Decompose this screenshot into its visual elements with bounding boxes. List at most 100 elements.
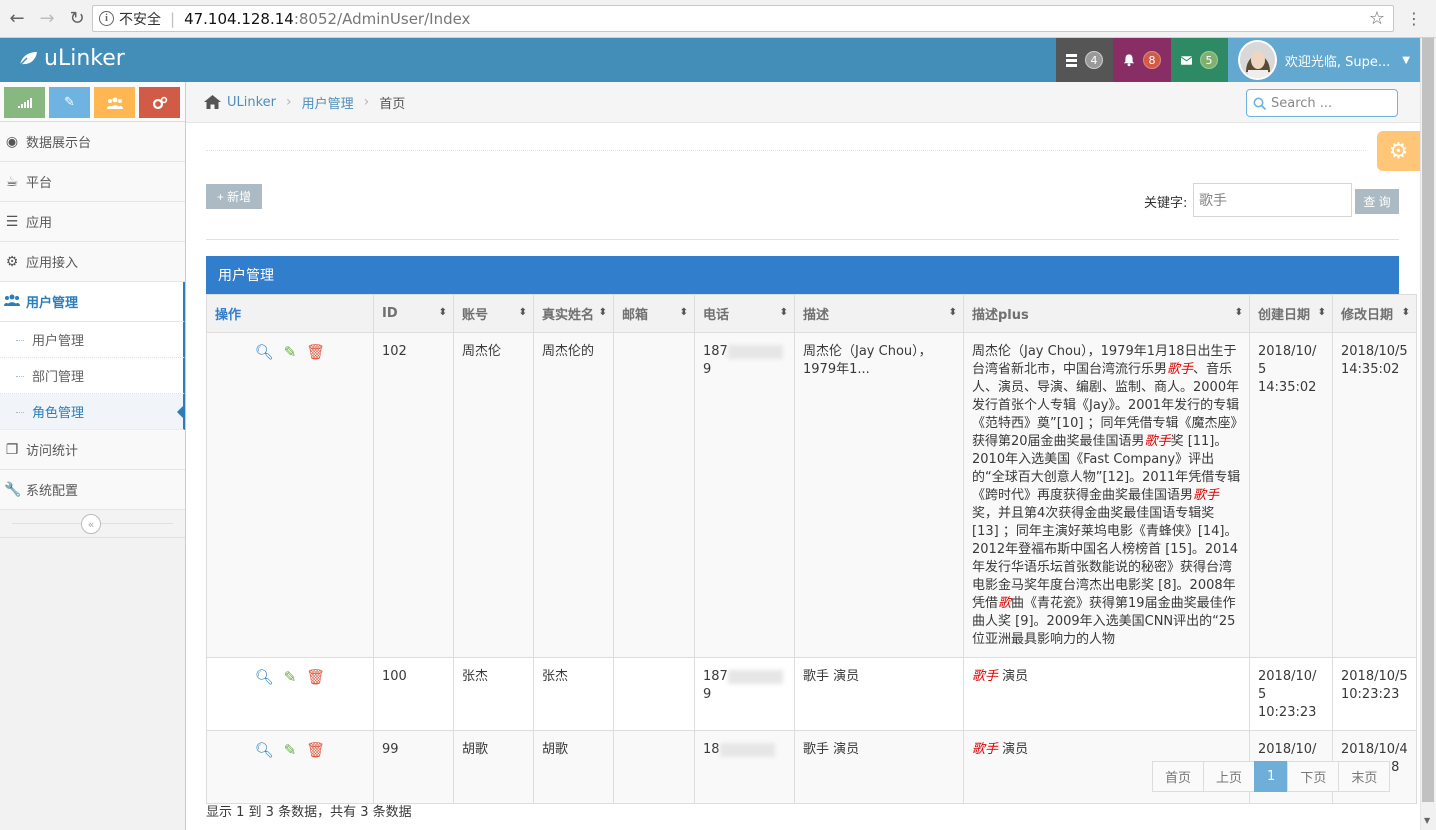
page-next[interactable]: 下页 (1287, 761, 1340, 792)
submenu-item-departments[interactable]: 部门管理 (0, 358, 185, 394)
sidebar-item-label: 用户管理 (26, 296, 79, 311)
sidebar-item-app-access[interactable]: ⚙ 应用接入 (0, 242, 185, 282)
double-left-icon[interactable]: « (81, 514, 101, 534)
sidebar-item-label: 数据展示台 (26, 136, 92, 151)
view-icon[interactable]: 🔍︎ (255, 741, 274, 759)
sidebar-item-dashboard[interactable]: ◉ 数据展示台 (0, 122, 185, 162)
bookmark-star-icon[interactable]: ☆ (1369, 8, 1385, 29)
sidebar-item-user-management[interactable]: 用户管理 (0, 282, 185, 322)
submenu-item-roles[interactable]: 角色管理 (0, 394, 185, 430)
column-header[interactable]: 账号 ⬍ (453, 294, 534, 333)
sort-icon: ⬍ (1317, 307, 1326, 318)
column-header[interactable]: ID ⬍ (373, 294, 454, 333)
bell-icon (1123, 54, 1135, 67)
address-separator: | (170, 9, 176, 28)
search-placeholder: Search ... (1271, 95, 1333, 111)
cell-account: 周杰伦 (453, 332, 534, 658)
delete-icon[interactable]: 🗑︎ (306, 741, 325, 759)
scrollbar-thumb[interactable] (1422, 38, 1434, 802)
column-header[interactable]: 真实姓名 ⬍ (533, 294, 614, 333)
edit-icon[interactable]: ✎ (284, 741, 297, 759)
view-icon[interactable]: 🔍︎ (255, 343, 274, 361)
page-current[interactable]: 1 (1254, 761, 1289, 792)
sort-icon: ⬍ (679, 307, 688, 318)
messages-button[interactable]: 5 (1171, 38, 1228, 82)
cell-descplus: 周杰伦（Jay Chou），1979年1月18日出生于台湾省新北市，中国台湾流行… (963, 332, 1250, 658)
sidebar-shortcuts: ✎ (0, 82, 185, 122)
shortcut-settings-button[interactable] (139, 87, 180, 118)
signal-icon (17, 97, 32, 108)
column-header[interactable]: 描述 ⬍ (794, 294, 964, 333)
reload-icon[interactable]: ↻ (64, 6, 90, 32)
cell-desc: 周杰伦（Jay Chou），1979年1... (794, 332, 964, 658)
sort-icon: ⬍ (438, 307, 447, 318)
keyword-label: 关键字: (1144, 196, 1188, 211)
avatar (1238, 40, 1277, 80)
cell-email (613, 730, 695, 804)
brand[interactable]: uLinker (18, 46, 125, 71)
cell-email (613, 657, 695, 731)
breadcrumb-home[interactable]: ULinker (227, 95, 276, 110)
query-button[interactable]: 查 询 (1355, 189, 1399, 214)
wrench-icon: 🔧 (4, 481, 22, 498)
sidebar-item-system-config[interactable]: 🔧 系统配置 (0, 470, 185, 510)
cell-realname: 胡歌 (533, 730, 614, 804)
edit-icon[interactable]: ✎ (284, 668, 297, 686)
page-last[interactable]: 末页 (1338, 761, 1391, 792)
sidebar-item-platform[interactable]: ☕ 平台 (0, 162, 185, 202)
cogs-icon (152, 96, 167, 109)
active-arrow (177, 404, 185, 420)
cell-descplus: 歌手 演员 (963, 657, 1250, 731)
sidebar-item-visit-stats[interactable]: ❐ 访问统计 (0, 430, 185, 470)
column-header[interactable]: 电话 ⬍ (694, 294, 795, 333)
cell-modified: 2018/10/5 14:35:02 (1332, 332, 1417, 658)
breadcrumb-section[interactable]: 用户管理 (302, 93, 354, 112)
home-icon[interactable] (204, 95, 221, 109)
table-summary: 显示 1 到 3 条数据，共有 3 条数据 (206, 805, 412, 820)
cog-icon: ⚙ (5, 253, 19, 270)
submenu-item-users[interactable]: 用户管理 (0, 322, 185, 358)
info-icon[interactable]: i (99, 11, 114, 26)
column-header[interactable]: 邮箱 ⬍ (613, 294, 695, 333)
sidebar-item-label: 平台 (26, 176, 53, 191)
cell-phone: 1879 (694, 332, 795, 658)
cell-email (613, 332, 695, 658)
keyword-input[interactable] (1193, 183, 1352, 217)
sidebar-item-label: 应用 (26, 216, 53, 231)
table-row: 🔍︎ ✎ 🗑︎ 100 张杰 张杰 1879 歌手 演员 歌手 演员 2018/… (206, 657, 1417, 731)
shortcut-users-button[interactable] (94, 87, 135, 118)
scroll-down-icon[interactable]: ▼ (1424, 816, 1430, 825)
forward-icon[interactable]: → (34, 6, 60, 32)
view-icon[interactable]: 🔍︎ (255, 668, 274, 686)
address-bar[interactable]: i 不安全 | 47.104.128.14:8052/AdminUser/Ind… (92, 5, 1394, 32)
chevron-right-icon: › (286, 94, 292, 110)
column-header[interactable]: 修改日期 ⬍ (1332, 294, 1417, 333)
browser-menu-icon[interactable]: ⋮ (1406, 9, 1422, 28)
add-button[interactable]: + 新增 (206, 184, 262, 209)
edit-icon[interactable]: ✎ (284, 343, 297, 361)
column-header[interactable]: 创建日期 ⬍ (1249, 294, 1333, 333)
breadcrumb-current: 首页 (379, 96, 406, 112)
column-header[interactable]: 描述plus ⬍ (963, 294, 1250, 333)
sort-icon: ⬍ (1234, 307, 1243, 318)
ace-settings-button[interactable]: ⚙ (1377, 131, 1420, 171)
sidebar-item-apps[interactable]: ☰ 应用 (0, 202, 185, 242)
page-first[interactable]: 首页 (1152, 761, 1205, 792)
user-menu[interactable]: 欢迎光临, Supe... ▼ (1228, 38, 1420, 82)
user-table: 操作 ID ⬍ 账号 ⬍ 真实姓名 ⬍ 邮箱 ⬍ 电话 ⬍ 描述 ⬍ 描述plus ⬍ 创建日… (206, 294, 1417, 804)
cell-account: 胡歌 (453, 730, 534, 804)
brand-name: uLinker (44, 46, 125, 71)
tasks-button[interactable]: 4 (1056, 38, 1113, 82)
shortcut-chart-button[interactable] (4, 87, 45, 118)
delete-icon[interactable]: 🗑︎ (306, 668, 325, 686)
top-navbar: uLinker 4 8 5 欢迎光临, Supe... ▼ (0, 38, 1420, 82)
back-icon[interactable]: ← (4, 6, 30, 32)
submenu-item-label: 角色管理 (32, 406, 85, 421)
notifications-button[interactable]: 8 (1113, 38, 1171, 82)
browser-toolbar: ← → ↻ i 不安全 | 47.104.128.14:8052/AdminUs… (0, 0, 1436, 38)
page-prev[interactable]: 上页 (1203, 761, 1256, 792)
cell-realname: 周杰伦的 (533, 332, 614, 658)
search-input[interactable]: Search ... (1246, 89, 1398, 117)
delete-icon[interactable]: 🗑︎ (306, 343, 325, 361)
shortcut-edit-button[interactable]: ✎ (49, 87, 90, 118)
